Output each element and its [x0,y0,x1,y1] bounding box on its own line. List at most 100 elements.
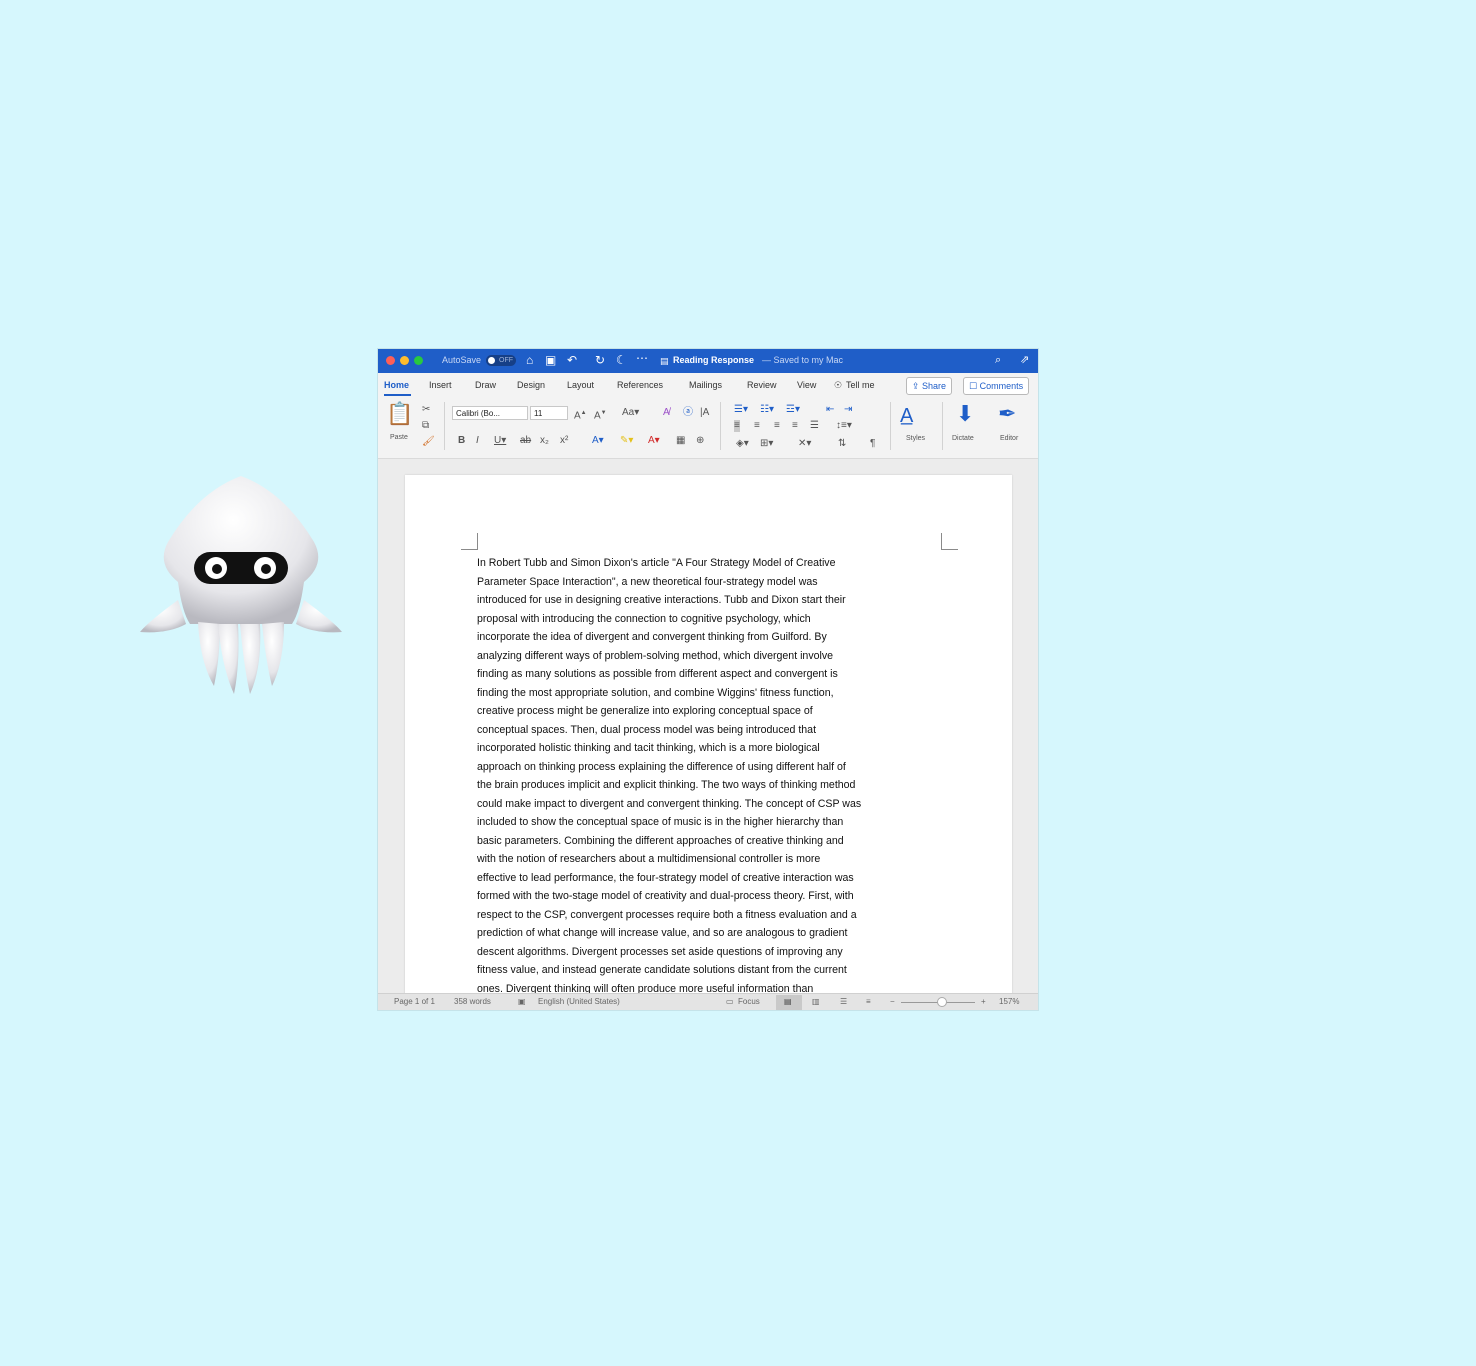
focus-icon[interactable]: ▭ [726,997,734,1006]
underline-icon[interactable]: U▾ [494,435,506,447]
document-text-line[interactable]: descent algorithms. Divergent processes … [477,943,947,962]
document-text-line[interactable]: incorporate the idea of divergent and co… [477,628,947,647]
tab-references[interactable]: References [617,380,663,390]
zoom-percentage[interactable]: 157% [999,997,1019,1006]
distributed-icon[interactable]: ☰ [810,420,819,432]
font-name-select[interactable]: Calibri (Bo... [452,406,528,420]
align-left-icon[interactable]: ≡ [734,420,740,432]
save-icon[interactable]: ▣ [545,353,556,367]
more-icon[interactable]: ⋯ [636,351,648,365]
multilevel-list-icon[interactable]: ☲▾ [786,404,800,416]
enclosed-character-icon[interactable]: ⊕ [696,435,704,447]
shading-icon[interactable]: ◈▾ [736,438,749,450]
character-border-icon[interactable]: |A [700,407,709,419]
focus-button[interactable]: Focus [738,997,760,1006]
autosave-toggle[interactable]: OFF [486,355,516,366]
zoom-slider-thumb[interactable] [936,997,947,1007]
web-layout-icon[interactable]: ▥ [812,997,820,1006]
document-canvas[interactable]: In Robert Tubb and Simon Dixon's article… [378,459,1038,1010]
asian-layout-icon[interactable]: ✕▾ [798,438,811,450]
character-shading-icon[interactable]: ▦ [676,435,685,447]
document-text-line[interactable]: could make impact to divergent and conve… [477,795,947,814]
strikethrough-icon[interactable]: ab [520,435,531,447]
italic-icon[interactable]: I [476,435,479,447]
align-right-icon[interactable]: ≡ [774,420,780,432]
phonetic-guide-icon[interactable]: ⓐ [683,407,693,419]
increase-font-size-icon[interactable]: A▲ [574,407,587,422]
bold-icon[interactable]: B [458,435,465,447]
document-text-line[interactable]: introduced for use in designing creative… [477,591,947,610]
refresh-icon[interactable]: ☾ [616,353,627,367]
clear-formatting-icon[interactable]: A̸ [663,407,670,419]
copy-icon[interactable]: ⧉ [422,420,429,432]
undo-icon[interactable]: ↶ [567,353,577,367]
document-text-line[interactable]: included to show the conceptual space of… [477,813,947,832]
format-painter-icon[interactable]: 🖌 [422,436,435,448]
text-effects-icon[interactable]: A▾ [592,435,604,447]
document-text-line[interactable]: fitness value, and instead generate cand… [477,961,947,980]
document-text-line[interactable]: creative process might be generalize int… [477,702,947,721]
close-window-button[interactable] [386,356,395,365]
home-icon[interactable]: ⌂ [526,353,533,367]
document-text-line[interactable]: finding as many solutions as possible fr… [477,665,947,684]
sort-icon[interactable]: ⇅ [838,438,846,450]
tab-mailings[interactable]: Mailings [689,380,722,390]
document-text-line[interactable]: prediction of what change will increase … [477,924,947,943]
bullets-icon[interactable]: ☰▾ [734,404,748,416]
font-color-icon[interactable]: A▾ [648,435,660,447]
styles-icon[interactable]: A̲ [900,404,913,428]
document-text-line[interactable]: Parameter Space Interaction", a new theo… [477,573,947,592]
zoom-out-button[interactable]: − [890,997,895,1006]
tab-design[interactable]: Design [517,380,545,390]
zoom-window-button[interactable] [414,356,423,365]
search-icon[interactable]: ⌕ [995,353,1001,367]
tab-tell-me[interactable]: Tell me [846,380,875,390]
document-body-text[interactable]: In Robert Tubb and Simon Dixon's article… [477,554,947,998]
document-text-line[interactable]: with the notion of researchers about a m… [477,850,947,869]
tab-view[interactable]: View [797,380,816,390]
editor-icon[interactable]: ✒ [998,402,1016,426]
draft-view-icon[interactable]: ≡ [866,997,871,1006]
dictate-icon[interactable]: ⬇ [956,402,974,426]
document-text-line[interactable]: analyzing different ways of problem-solv… [477,647,947,666]
cut-icon[interactable]: ✂ [422,404,430,416]
document-text-line[interactable]: In Robert Tubb and Simon Dixon's article… [477,554,947,573]
redo-icon[interactable]: ↻ [595,353,605,367]
line-spacing-icon[interactable]: ↕≡▾ [836,420,852,432]
document-text-line[interactable]: finding the most appropriate solution, a… [477,684,947,703]
paste-icon[interactable]: 📋 [386,402,413,426]
word-count[interactable]: 358 words [454,997,491,1006]
document-text-line[interactable]: proposal with introducing the connection… [477,610,947,629]
share-button[interactable]: ⇪ Share [906,377,953,395]
zoom-in-button[interactable]: + [981,997,986,1006]
justify-icon[interactable]: ≡ [792,420,798,432]
minimize-window-button[interactable] [400,356,409,365]
tab-review[interactable]: Review [747,380,777,390]
document-text-line[interactable]: incorporated holistic thinking and tacit… [477,739,947,758]
tab-insert[interactable]: Insert [429,380,452,390]
increase-indent-icon[interactable]: ⇥ [844,404,852,416]
show-formatting-icon[interactable]: ¶ [870,438,875,450]
tab-layout[interactable]: Layout [567,380,594,390]
document-page[interactable]: In Robert Tubb and Simon Dixon's article… [405,475,1012,1010]
borders-icon[interactable]: ⊞▾ [760,438,773,450]
document-text-line[interactable]: basic parameters. Combining the differen… [477,832,947,851]
change-case-icon[interactable]: Aa▾ [622,407,639,419]
font-size-select[interactable]: 11 [530,406,568,420]
tab-draw[interactable]: Draw [475,380,496,390]
document-text-line[interactable]: formed with the two-stage model of creat… [477,887,947,906]
document-text-line[interactable]: the brain produces implicit and explicit… [477,776,947,795]
document-text-line[interactable]: conceptual spaces. Then, dual process mo… [477,721,947,740]
superscript-icon[interactable]: x² [560,435,568,447]
highlight-color-icon[interactable]: ✎▾ [620,435,633,447]
share-person-icon[interactable]: ⇗ [1020,353,1029,367]
align-center-icon[interactable]: ≡ [754,420,760,432]
document-text-line[interactable]: approach on thinking process explaining … [477,758,947,777]
tab-home[interactable]: Home [384,380,409,390]
proofing-icon[interactable]: ▣ [518,997,526,1006]
document-text-line[interactable]: respect to the CSP, convergent processes… [477,906,947,925]
subscript-icon[interactable]: x₂ [540,435,549,447]
decrease-indent-icon[interactable]: ⇤ [826,404,834,416]
document-text-line[interactable]: effective to lead performance, the four-… [477,869,947,888]
page-count[interactable]: Page 1 of 1 [394,997,435,1006]
